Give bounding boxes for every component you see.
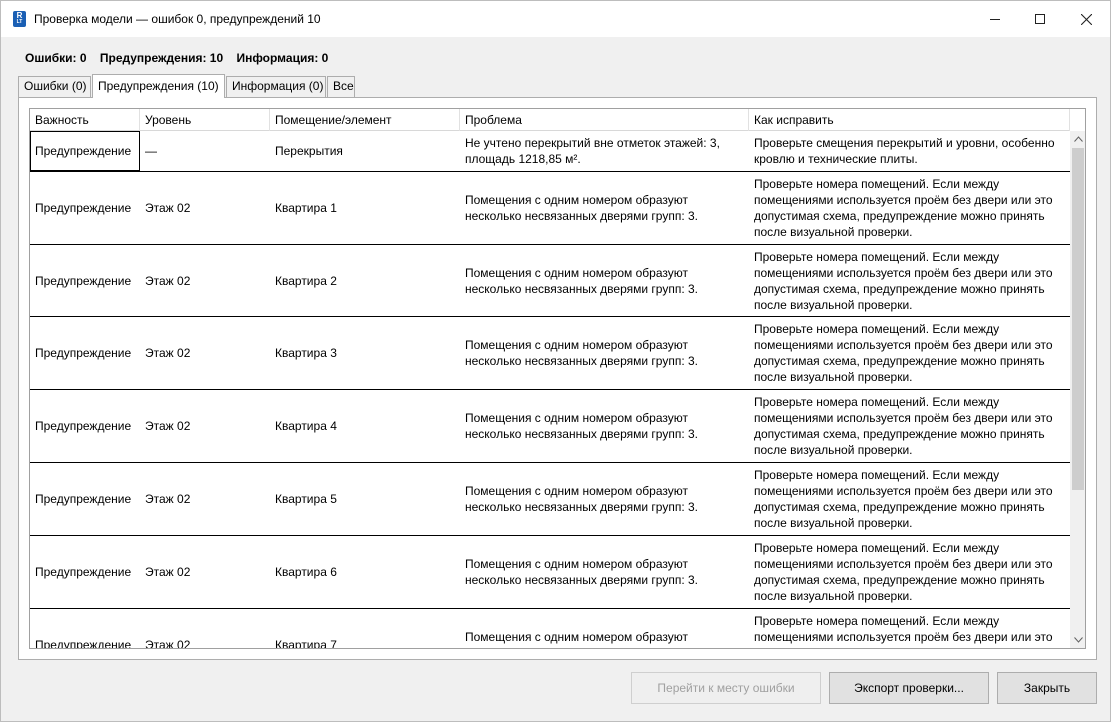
info-count: Информация: 0 xyxy=(236,51,329,65)
fix-cell: Проверьте номера помещений. Если между п… xyxy=(754,395,1053,457)
problem-cell: Помещения с одним номером образуют неско… xyxy=(465,630,698,648)
close-button[interactable]: Закрыть xyxy=(997,672,1097,704)
grid-header: Важность Уровень Помещение/элемент Пробл… xyxy=(30,109,1070,131)
goto-error-button[interactable]: Перейти к месту ошибки xyxy=(631,672,821,704)
column-header-severity[interactable]: Важность xyxy=(30,109,140,131)
table-row[interactable]: Предупреждение Этаж 02 Квартира 7 Помеще… xyxy=(30,609,1070,649)
column-header-element[interactable]: Помещение/элемент xyxy=(270,109,460,131)
level-cell: — xyxy=(145,144,157,158)
vertical-scrollbar[interactable] xyxy=(1070,131,1085,648)
problem-cell: Помещения с одним номером образуют неско… xyxy=(465,193,698,223)
severity-cell: Предупреждение xyxy=(35,638,132,649)
fix-cell: Проверьте смещения перекрытий и уровни, … xyxy=(754,136,1055,166)
check-summary: Ошибки: 0 Предупреждения: 10 Информация:… xyxy=(25,51,338,65)
level-cell: Этаж 02 xyxy=(145,565,191,579)
column-header-problem[interactable]: Проблема xyxy=(460,109,749,131)
table-row[interactable]: Предупреждение Этаж 02 Квартира 6 Помеще… xyxy=(30,536,1070,609)
level-cell: Этаж 02 xyxy=(145,638,191,649)
table-row[interactable]: Предупреждение Этаж 02 Квартира 4 Помеще… xyxy=(30,390,1070,463)
level-cell: Этаж 02 xyxy=(145,346,191,360)
errors-count: Ошибки: 0 xyxy=(25,51,87,65)
severity-cell: Предупреждение xyxy=(35,419,132,433)
severity-cell: Предупреждение xyxy=(35,346,132,360)
fix-cell: Проверьте номера помещений. Если между п… xyxy=(754,249,1053,312)
level-cell: Этаж 02 xyxy=(145,273,191,288)
close-icon xyxy=(1080,13,1092,25)
column-header-fix[interactable]: Как исправить xyxy=(749,109,1070,131)
window-title: Проверка модели — ошибок 0, предупрежден… xyxy=(34,12,321,26)
fix-cell: Проверьте номера помещений. Если между п… xyxy=(754,177,1053,239)
minimize-button[interactable] xyxy=(972,1,1018,37)
table-row[interactable]: Предупреждение Этаж 02 Квартира 2 Помеще… xyxy=(30,245,1070,317)
tab-all[interactable]: Все xyxy=(327,76,355,97)
element-cell: Квартира 7 xyxy=(275,638,337,649)
element-cell: Квартира 1 xyxy=(275,201,337,215)
problem-cell: Помещения с одним номером образуют неско… xyxy=(465,265,698,296)
fix-cell: Проверьте номера помещений. Если между п… xyxy=(754,614,1053,648)
scroll-down-button[interactable] xyxy=(1070,632,1085,648)
model-check-window: R LT Проверка модели — ошибок 0, предупр… xyxy=(0,0,1111,722)
problem-cell: Помещения с одним номером образуют неско… xyxy=(465,557,698,587)
results-grid[interactable]: Важность Уровень Помещение/элемент Пробл… xyxy=(29,108,1086,649)
element-cell: Квартира 4 xyxy=(275,419,337,433)
minimize-icon xyxy=(990,19,1000,20)
problem-cell: Помещения с одним номером образуют неско… xyxy=(465,338,698,368)
fix-cell: Проверьте номера помещений. Если между п… xyxy=(754,322,1053,384)
tab-info[interactable]: Информация (0) xyxy=(226,76,326,97)
app-icon: R LT xyxy=(13,11,26,27)
level-cell: Этаж 02 xyxy=(145,419,191,433)
problem-cell: Не учтено перекрытий вне отметок этажей:… xyxy=(465,136,720,166)
chevron-down-icon xyxy=(1073,637,1083,643)
element-cell: Квартира 6 xyxy=(275,565,337,579)
tab-panel: Важность Уровень Помещение/элемент Пробл… xyxy=(18,97,1097,660)
element-cell: Квартира 5 xyxy=(275,492,337,506)
element-cell: Квартира 2 xyxy=(275,273,337,288)
close-window-button[interactable] xyxy=(1063,1,1109,37)
severity-cell: Предупреждение xyxy=(35,492,132,506)
title-bar: R LT Проверка модели — ошибок 0, предупр… xyxy=(1,1,1110,37)
fix-cell: Проверьте номера помещений. Если между п… xyxy=(754,468,1053,530)
severity-cell: Предупреждение xyxy=(35,273,132,288)
warnings-count: Предупреждения: 10 xyxy=(99,51,224,65)
tab-warnings[interactable]: Предупреждения (10) xyxy=(92,74,225,98)
table-row[interactable]: Предупреждение Этаж 02 Квартира 1 Помеще… xyxy=(30,172,1070,245)
tab-errors[interactable]: Ошибки (0) xyxy=(18,76,91,97)
table-row[interactable]: Предупреждение Этаж 02 Квартира 5 Помеще… xyxy=(30,463,1070,536)
table-row[interactable]: Предупреждение Этаж 02 Квартира 3 Помеще… xyxy=(30,317,1070,390)
element-cell: Квартира 3 xyxy=(275,346,337,360)
severity-cell: Предупреждение xyxy=(35,201,132,215)
scroll-up-button[interactable] xyxy=(1070,131,1085,147)
table-row[interactable]: Предупреждение — Перекрытия Не учтено пе… xyxy=(30,131,1070,172)
problem-cell: Помещения с одним номером образуют неско… xyxy=(465,484,698,514)
export-check-button[interactable]: Экспорт проверки... xyxy=(829,672,989,704)
fix-cell: Проверьте номера помещений. Если между п… xyxy=(754,541,1053,603)
scrollbar-thumb[interactable] xyxy=(1072,148,1084,490)
maximize-icon xyxy=(1035,14,1045,24)
level-cell: Этаж 02 xyxy=(145,201,191,215)
severity-cell: Предупреждение xyxy=(30,131,140,171)
chevron-up-icon xyxy=(1073,136,1083,142)
level-cell: Этаж 02 xyxy=(145,492,191,506)
severity-cell: Предупреждение xyxy=(35,565,132,579)
problem-cell: Помещения с одним номером образуют неско… xyxy=(465,411,698,441)
maximize-button[interactable] xyxy=(1017,1,1063,37)
element-cell: Перекрытия xyxy=(275,144,343,158)
column-header-level[interactable]: Уровень xyxy=(140,109,270,131)
